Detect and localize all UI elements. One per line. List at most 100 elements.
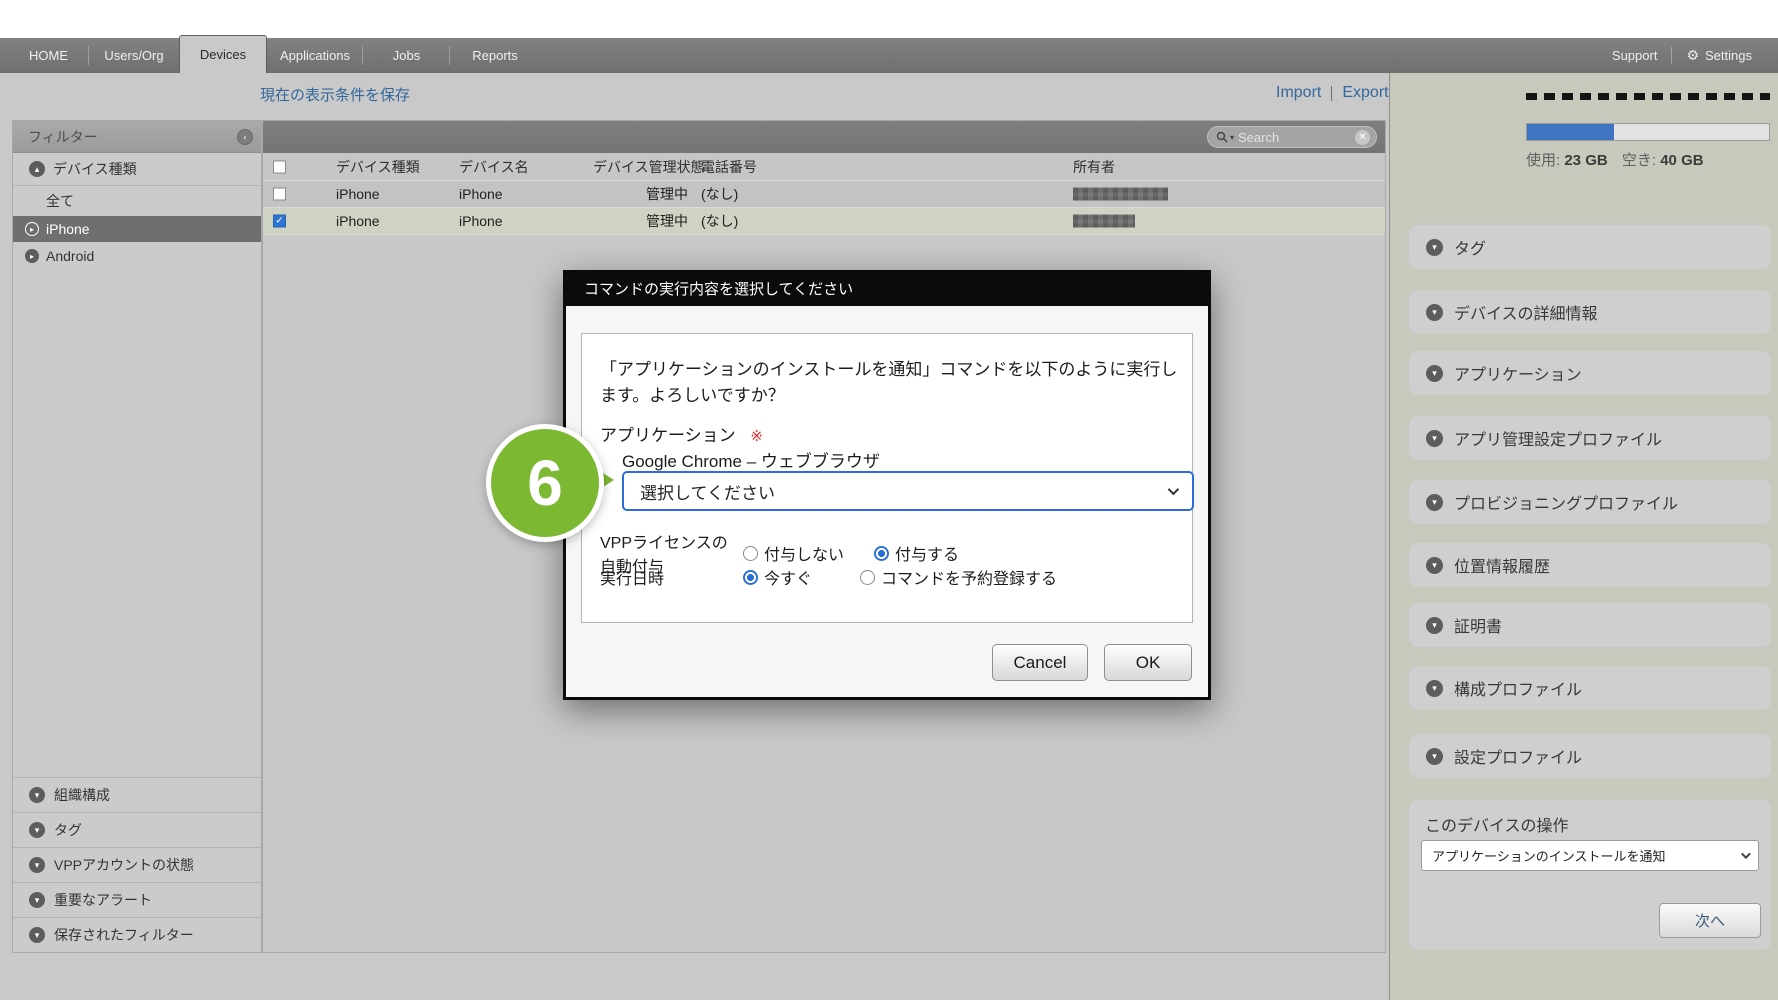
column-header[interactable]: 電話番号: [701, 157, 757, 177]
ok-button[interactable]: OK: [1104, 644, 1192, 681]
accordion-provisioning-profile[interactable]: ▾ プロビジョニングプロファイル: [1409, 480, 1771, 524]
import-link[interactable]: Import: [1276, 84, 1321, 102]
filter-section-saved-filters[interactable]: ▾ 保存されたフィルター: [13, 917, 261, 952]
next-button[interactable]: 次へ: [1659, 903, 1761, 938]
filter-section-org[interactable]: ▾ 組織構成: [13, 777, 261, 812]
filter-header: フィルター ‹: [13, 121, 261, 153]
chevron-down-icon: ▾: [1426, 494, 1443, 511]
accordion-location-history[interactable]: ▾ 位置情報履歴: [1409, 543, 1771, 587]
chevron-up-icon: ▴: [29, 161, 45, 177]
accordion-settings-profile[interactable]: ▾ 設定プロファイル: [1409, 734, 1771, 778]
chevron-down-icon: ▾: [29, 787, 45, 803]
radio-label[interactable]: 付与しない: [764, 541, 844, 565]
filter-option-all[interactable]: 全て: [13, 186, 261, 216]
application-version-select[interactable]: 選択してください: [622, 471, 1194, 511]
filter-section-label: 重要なアラート: [54, 890, 152, 910]
column-header[interactable]: デバイス名: [459, 157, 529, 177]
accordion-label: タグ: [1454, 235, 1486, 259]
search-scope-caret-icon[interactable]: ▾: [1230, 133, 1234, 142]
modal-title: コマンドの実行内容を選択してください: [566, 273, 1208, 306]
command-select[interactable]: アプリケーションのインストールを通知: [1421, 840, 1759, 871]
column-header[interactable]: 所有者: [1073, 157, 1115, 177]
filter-option-label: 全て: [46, 191, 74, 211]
nav-tab-reports[interactable]: Reports: [450, 38, 540, 73]
nav-tab-label: Users/Org: [104, 48, 163, 63]
cell-status: 管理中: [646, 184, 688, 204]
filter-title: フィルター: [28, 127, 98, 147]
application-name: Google Chrome – ウェブブラウザ: [622, 447, 880, 472]
storage-usage-bar: [1526, 123, 1770, 141]
chevron-down-icon: ▾: [29, 927, 45, 943]
filter-section-label: 保存されたフィルター: [54, 925, 194, 945]
filter-section-vpp-account[interactable]: ▾ VPPアカウントの状態: [13, 847, 261, 882]
table-row-selected[interactable]: ✓ iPhone iPhone 管理中 (なし): [263, 208, 1385, 235]
arrow-right-icon: ▸: [25, 249, 39, 263]
support-link[interactable]: Support: [1612, 48, 1658, 63]
radio-label[interactable]: コマンドを予約登録する: [881, 565, 1057, 589]
nav-tab-home[interactable]: HOME: [8, 38, 89, 73]
collapse-panel-icon[interactable]: ‹: [237, 129, 253, 145]
command-modal: コマンドの実行内容を選択してください 「アプリケーションのインストールを通知」コ…: [563, 270, 1211, 700]
filter-section-device-type[interactable]: ▴ デバイス種類: [13, 153, 261, 186]
row-checkbox-checked[interactable]: ✓: [273, 215, 286, 228]
select-all-checkbox[interactable]: [273, 160, 286, 173]
storage-used-label: 使用:: [1526, 152, 1560, 169]
schedule-label: 実行日時: [600, 565, 743, 589]
settings-link[interactable]: Settings: [1705, 48, 1752, 63]
column-header[interactable]: デバイス管理状態: [593, 157, 705, 177]
filter-section-tags[interactable]: ▾ タグ: [13, 812, 261, 847]
accordion-configuration-profile[interactable]: ▾ 構成プロファイル: [1409, 666, 1771, 710]
nav-separator: [1671, 47, 1672, 64]
nav-tab-jobs[interactable]: Jobs: [363, 38, 450, 73]
nav-tab-devices[interactable]: Devices: [179, 35, 267, 73]
chevron-down-icon: ▾: [29, 822, 45, 838]
table-row[interactable]: iPhone iPhone 管理中 (なし): [263, 181, 1385, 208]
command-select-value: アプリケーションのインストールを通知: [1432, 846, 1665, 865]
storage-used-value: 23 GB: [1564, 152, 1607, 169]
accordion-label: 証明書: [1454, 613, 1502, 637]
filter-section-alerts[interactable]: ▾ 重要なアラート: [13, 882, 261, 917]
save-view-link[interactable]: 現在の表示条件を保存: [260, 84, 410, 105]
accordion-app-config-profile[interactable]: ▾ アプリ管理設定プロファイル: [1409, 416, 1771, 460]
accordion-label: 設定プロファイル: [1454, 744, 1582, 768]
radio-label[interactable]: 付与する: [895, 541, 959, 565]
row-checkbox[interactable]: [273, 188, 286, 201]
radio-label[interactable]: 今すぐ: [764, 565, 830, 589]
filter-option-android[interactable]: ▸ Android: [13, 242, 261, 270]
radio-vpp-yes-selected[interactable]: [874, 546, 889, 561]
cell-status: 管理中: [646, 211, 688, 231]
cancel-button[interactable]: Cancel: [992, 644, 1088, 681]
accordion-label: アプリ管理設定プロファイル: [1454, 426, 1662, 450]
search-icon: [1216, 131, 1228, 143]
nav-tab-applications[interactable]: Applications: [267, 38, 363, 73]
accordion-certificates[interactable]: ▾ 証明書: [1409, 603, 1771, 647]
filter-option-label: iPhone: [46, 221, 90, 237]
nav-tab-label: Applications: [280, 48, 350, 63]
chevron-down-icon: ▾: [1426, 748, 1443, 765]
select-placeholder: 選択してください: [640, 479, 775, 504]
radio-vpp-no[interactable]: [743, 546, 758, 561]
export-link[interactable]: Export: [1342, 84, 1388, 102]
filter-section-label: VPPアカウントの状態: [54, 855, 194, 875]
accordion-device-details[interactable]: ▾ デバイスの詳細情報: [1409, 290, 1771, 334]
application-label-text: アプリケーション: [600, 426, 736, 445]
search-input[interactable]: ▾ Search ✕: [1207, 126, 1377, 148]
table-toolbar: ▾ Search ✕: [263, 121, 1385, 153]
device-actions-title: このデバイスの操作: [1425, 812, 1569, 836]
link-separator: [1331, 86, 1332, 101]
accordion-label: 構成プロファイル: [1454, 676, 1582, 700]
column-header[interactable]: デバイス種類: [336, 157, 420, 177]
top-navbar: HOME Users/Org Devices Applications Jobs…: [0, 38, 1778, 73]
nav-right-group: Support ⚙ Settings: [1612, 38, 1752, 73]
accordion-applications[interactable]: ▾ アプリケーション: [1409, 351, 1771, 395]
radio-now-selected[interactable]: [743, 570, 758, 585]
nav-tab-users-org[interactable]: Users/Org: [89, 38, 179, 73]
accordion-tags[interactable]: ▾ タグ: [1409, 225, 1771, 269]
search-clear-icon[interactable]: ✕: [1355, 130, 1370, 145]
filter-sidebar: フィルター ‹ ▴ デバイス種類 全て ▸ iPhone ▸ Android ▾…: [12, 120, 262, 953]
filter-option-iphone[interactable]: ▸ iPhone: [13, 216, 261, 242]
chevron-down-icon: ▾: [1426, 430, 1443, 447]
nav-tab-label: HOME: [29, 48, 68, 63]
radio-schedule[interactable]: [860, 570, 875, 585]
filter-option-label: Android: [46, 248, 94, 264]
